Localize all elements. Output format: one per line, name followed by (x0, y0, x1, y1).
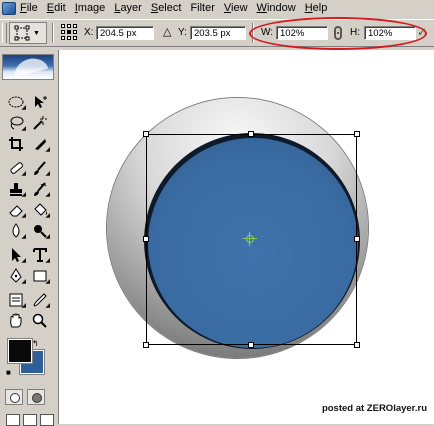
transform-handle-right[interactable] (354, 236, 360, 242)
height-label: H: (350, 27, 360, 38)
transform-handle-bottom-right[interactable] (354, 342, 360, 348)
notes-tool-icon[interactable]: ◢ (5, 290, 27, 310)
maintain-aspect-ratio-link-icon[interactable] (334, 26, 342, 40)
slice-tool-icon[interactable]: ◢ (29, 134, 51, 154)
magic-wand-tool-icon[interactable] (29, 113, 51, 133)
full-screen-menu-mode-icon[interactable] (23, 414, 37, 426)
full-screen-mode-icon[interactable] (40, 414, 54, 426)
crop-tool-icon[interactable] (5, 134, 27, 154)
transform-handle-bottom-left[interactable] (143, 342, 149, 348)
menu-bar: File Edit Image Layer Select Filter View… (0, 0, 434, 16)
toolbox: ◢ ◢ ◢ ◢ ◢ ◢ ◢ ◢ ◢ ◢ ◢ ◢ ◢ ◢ ◢ ◢ ◢ ↰ ■ (0, 50, 56, 426)
x-position-field[interactable]: 204.5 px (96, 26, 154, 40)
height-scale-field[interactable]: 102% (364, 26, 416, 40)
marquee-tool-icon[interactable]: ◢ (5, 92, 27, 112)
lasso-tool-icon[interactable]: ◢ (5, 113, 27, 133)
menu-help[interactable]: Help (305, 0, 328, 16)
watermark: posted at ZEROlayer.ru (321, 403, 427, 414)
reference-point-locator[interactable] (61, 24, 77, 40)
transform-handle-top-left[interactable] (143, 131, 149, 137)
quick-mask-mode-button[interactable] (27, 389, 45, 405)
hand-tool-icon[interactable] (5, 311, 27, 331)
swap-colors-icon[interactable]: ↰ (32, 339, 39, 348)
y-label: Y: (178, 27, 187, 38)
transform-handle-top-right[interactable] (354, 131, 360, 137)
antialias-icon[interactable]: ✓ (417, 25, 427, 39)
history-brush-tool-icon[interactable]: ◢ (29, 179, 51, 199)
document-canvas[interactable]: posted at ZEROlayer.ru (58, 50, 434, 424)
x-label: X: (84, 27, 94, 38)
menu-layer[interactable]: Layer (114, 0, 142, 16)
transform-handle-bottom[interactable] (248, 342, 254, 348)
divider (52, 23, 54, 43)
path-selection-tool-icon[interactable]: ◢ (5, 245, 27, 265)
move-tool-icon[interactable] (29, 92, 51, 112)
transform-handle-top[interactable] (248, 131, 254, 137)
relative-position-icon[interactable]: △ (163, 25, 171, 38)
transform-tool-icon (14, 25, 30, 41)
width-scale-field[interactable]: 102% (276, 26, 328, 40)
menu-image[interactable]: Image (75, 0, 106, 16)
standard-mode-button[interactable] (5, 389, 23, 405)
eraser-tool-icon[interactable]: ◢ (5, 200, 27, 220)
options-bar-grip[interactable] (2, 23, 7, 43)
options-bar: ▼ X: 204.5 px △ Y: 203.5 px W: 102% H: 1… (0, 19, 434, 47)
default-colors-icon[interactable]: ■ (6, 368, 11, 377)
menu-view[interactable]: View (224, 0, 248, 16)
width-label: W: (261, 27, 274, 38)
toolbox-header-feather-icon[interactable] (2, 54, 54, 80)
standard-screen-mode-icon[interactable] (6, 414, 20, 426)
y-position-field[interactable]: 203.5 px (190, 26, 246, 40)
menu-window[interactable]: Window (257, 0, 296, 16)
divider (252, 23, 254, 43)
photoshop-logo-icon[interactable] (2, 1, 16, 15)
healing-brush-tool-icon[interactable]: ◢ (5, 158, 27, 178)
menu-edit[interactable]: Edit (47, 0, 66, 16)
clone-stamp-tool-icon[interactable]: ◢ (5, 179, 27, 199)
transform-center-point-icon[interactable] (243, 232, 257, 246)
pen-tool-icon[interactable]: ◢ (5, 266, 27, 286)
menu-filter[interactable]: Filter (190, 0, 214, 16)
type-tool-icon[interactable]: ◢ (29, 245, 51, 265)
zoom-tool-icon[interactable] (29, 311, 51, 331)
menu-file[interactable]: File (20, 0, 38, 16)
dodge-tool-icon[interactable]: ◢ (29, 221, 51, 241)
tool-preset-picker[interactable]: ▼ (9, 22, 47, 44)
foreground-color-swatch-front[interactable] (7, 338, 33, 364)
dropdown-arrow-icon: ▼ (33, 29, 40, 37)
transform-handle-left[interactable] (143, 236, 149, 242)
paint-bucket-tool-icon[interactable]: ◢ (29, 200, 51, 220)
blur-tool-icon[interactable]: ◢ (5, 221, 27, 241)
menu-select[interactable]: Select (151, 0, 182, 16)
brush-tool-icon[interactable]: ◢ (29, 158, 51, 178)
rectangle-shape-tool-icon[interactable]: ◢ (29, 266, 51, 286)
eyedropper-tool-icon[interactable]: ◢ (29, 290, 51, 310)
